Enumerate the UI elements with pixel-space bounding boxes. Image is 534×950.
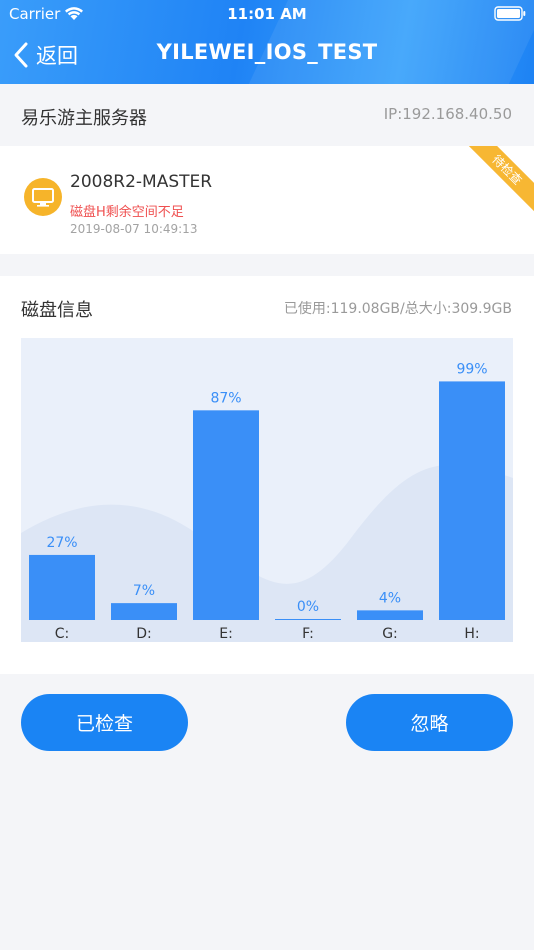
- disk-usage-chart: 27% C: 7% D: 87% E: 0% F: 4% G: 99% H:: [21, 338, 513, 642]
- battery-icon: [494, 6, 526, 21]
- alert-time: 2019-08-07 10:49:13: [70, 222, 198, 236]
- disk-info-card: 磁盘信息 已使用:119.08GB/总大小:309.9GB 27% C: 7% D: 8…: [0, 276, 534, 674]
- bar-h: [439, 381, 505, 620]
- host-name: 2008R2-MASTER: [70, 172, 213, 192]
- bar-value-label: 99%: [456, 361, 487, 377]
- bar-value-label: 4%: [379, 590, 401, 606]
- disk-usage-summary: 已使用:119.08GB/总大小:309.9GB: [283, 301, 512, 317]
- monitor-icon: [24, 178, 62, 216]
- bar-e: [193, 410, 259, 620]
- server-name: 易乐游主服务器: [21, 108, 147, 129]
- server-ip: IP:192.168.40.50: [383, 105, 512, 123]
- bar-f: [275, 619, 341, 620]
- category-label: H:: [464, 626, 479, 642]
- page-title: YILEWEI_IOS_TEST: [156, 40, 378, 64]
- category-label: D:: [136, 626, 152, 642]
- disk-info-title: 磁盘信息: [21, 300, 93, 321]
- clock: 11:01 AM: [227, 5, 307, 23]
- category-label: E:: [219, 626, 233, 642]
- nav-bar: 返回 YILEWEI_IOS_TEST: [0, 28, 534, 84]
- alert-message: 磁盘H剩余空间不足: [70, 205, 184, 220]
- status-bar: Carrier 11:01 AM: [0, 0, 534, 28]
- bar-value-label: 27%: [46, 535, 77, 551]
- bar-value-label: 7%: [133, 583, 155, 599]
- disk-usage-chart-svg: 27% C: 7% D: 87% E: 0% F: 4% G: 99% H:: [21, 361, 513, 642]
- bar-value-label: 0%: [297, 599, 319, 615]
- header: Carrier 11:01 AM 返回 YILEWEI_IOS_TEST: [0, 0, 534, 84]
- category-label: F:: [302, 626, 314, 642]
- checked-button[interactable]: 已检查: [21, 694, 188, 751]
- bar-c: [29, 554, 95, 620]
- alert-card[interactable]: 2008R2-MASTER 磁盘H剩余空间不足 2019-08-07 10:49…: [0, 146, 534, 254]
- category-label: G:: [382, 626, 398, 642]
- bar-g: [357, 610, 423, 620]
- ignore-button[interactable]: 忽略: [346, 694, 513, 751]
- bar-value-label: 87%: [210, 390, 241, 406]
- category-label: C:: [55, 626, 70, 642]
- pending-badge: 待检查: [461, 146, 534, 216]
- server-row: 易乐游主服务器 IP:192.168.40.50: [0, 84, 534, 146]
- bar-d: [111, 603, 177, 620]
